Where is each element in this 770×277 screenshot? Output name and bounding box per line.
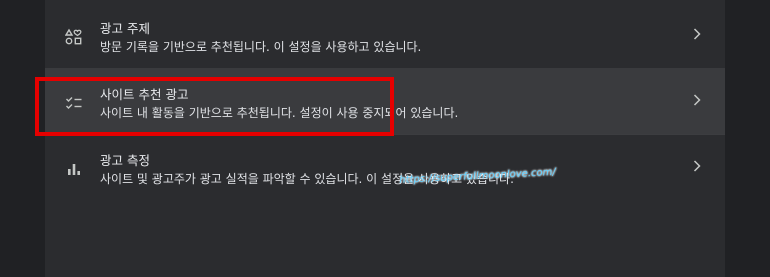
page: 광고 주제 방문 기록을 기반으로 추천됩니다. 이 설정을 사용하고 있습니다… xyxy=(0,0,770,277)
settings-row-site-suggested-ads[interactable]: 사이트 추천 광고 사이트 내 활동을 기반으로 추천됩니다. 설정이 사용 중… xyxy=(45,68,725,134)
settings-row-title: 광고 주제 xyxy=(100,21,150,36)
settings-row-description: 방문 기록을 기반으로 추천됩니다. 이 설정을 사용하고 있습니다. xyxy=(100,40,422,54)
site-suggested-ads-icon xyxy=(65,94,83,112)
settings-row-description: 사이트 내 활동을 기반으로 추천됩니다. 설정이 사용 중지되어 있습니다. xyxy=(100,106,459,120)
ad-measurement-icon xyxy=(65,160,83,178)
chevron-right-icon xyxy=(691,93,703,107)
chevron-right-icon xyxy=(691,27,703,41)
ad-topics-icon xyxy=(65,28,83,46)
settings-row-ad-topics[interactable]: 광고 주제 방문 기록을 기반으로 추천됩니다. 이 설정을 사용하고 있습니다… xyxy=(45,2,725,68)
settings-row-ad-measurement[interactable]: 광고 측정 사이트 및 광고주가 광고 실적을 파악할 수 있습니다. 이 설정… xyxy=(45,134,725,200)
chevron-right-icon xyxy=(691,159,703,173)
settings-row-title: 광고 측정 xyxy=(100,153,150,168)
settings-row-title: 사이트 추천 광고 xyxy=(100,87,189,102)
